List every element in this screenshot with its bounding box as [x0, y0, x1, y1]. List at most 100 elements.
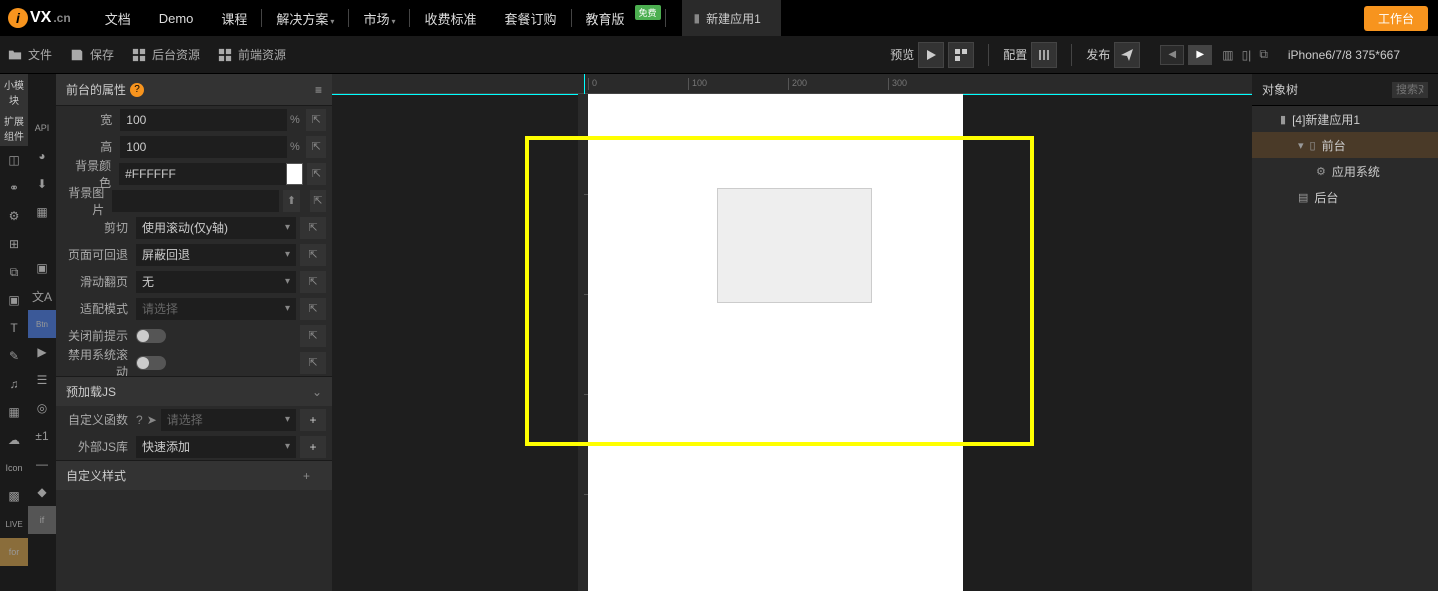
height-input[interactable]: [120, 136, 287, 158]
cursor-icon[interactable]: ➤: [147, 413, 157, 427]
swipe-select[interactable]: 无: [136, 271, 296, 293]
text-icon[interactable]: T: [0, 314, 28, 342]
icon-label[interactable]: Icon: [0, 454, 28, 482]
plusminus-icon[interactable]: ±1: [28, 422, 56, 450]
nav-pricing[interactable]: 收费标准: [410, 9, 490, 28]
btn-icon[interactable]: Btn: [28, 310, 56, 338]
tree-root[interactable]: ▮ [4]新建应用1: [1252, 106, 1438, 132]
small-module-label[interactable]: 小模块: [0, 74, 28, 110]
closehint-toggle[interactable]: [136, 329, 166, 343]
download-icon[interactable]: ⬇: [28, 170, 56, 198]
placeholder-rect[interactable]: [717, 188, 872, 303]
link-icon[interactable]: ⇱: [307, 163, 326, 185]
adapt-select[interactable]: 请选择: [136, 298, 296, 320]
upload-icon[interactable]: ⬆: [283, 190, 299, 212]
qr-icon[interactable]: [948, 42, 974, 68]
tree-frontend[interactable]: ▾ ▯ 前台: [1252, 132, 1438, 158]
frontend-resources[interactable]: 前端资源: [218, 46, 286, 63]
api-label[interactable]: API: [28, 114, 56, 142]
for-icon[interactable]: for: [0, 538, 28, 566]
menu-icon[interactable]: ≡: [315, 83, 322, 97]
plus-box-icon[interactable]: ⊞: [0, 230, 28, 258]
file-menu[interactable]: 文件: [8, 46, 52, 63]
tree-search-input[interactable]: [1392, 82, 1428, 98]
sliders-icon[interactable]: [1031, 42, 1057, 68]
if-icon[interactable]: if: [28, 506, 56, 534]
align-icon[interactable]: ▥: [1222, 48, 1233, 62]
sysscroll-toggle[interactable]: [136, 356, 166, 370]
link-icon[interactable]: ⇱: [300, 217, 326, 239]
gear-icon[interactable]: ⚙: [0, 202, 28, 230]
minus-icon[interactable]: —: [28, 450, 56, 478]
music-icon[interactable]: ♫: [0, 370, 28, 398]
nav-market[interactable]: 市场▾: [349, 9, 409, 28]
preview-button[interactable]: 预览: [882, 36, 982, 74]
send-icon[interactable]: [1114, 42, 1140, 68]
app-tab[interactable]: ▮ 新建应用1: [682, 0, 781, 36]
link-icon[interactable]: ⇱: [310, 190, 326, 212]
list-icon[interactable]: ☰: [28, 366, 56, 394]
width-input[interactable]: [120, 109, 287, 131]
image2-icon[interactable]: ▣: [28, 254, 56, 282]
link-icon[interactable]: ⇱: [300, 244, 326, 266]
link-icon[interactable]: ⇱: [300, 298, 326, 320]
live-icon[interactable]: LIVE: [0, 510, 28, 538]
table-icon[interactable]: ▦: [0, 398, 28, 426]
canvas[interactable]: 0 100 200 300 100 200 300 400: [332, 74, 1252, 591]
target-icon[interactable]: ◎: [28, 394, 56, 422]
link-icon[interactable]: ⇱: [306, 136, 326, 158]
publish-button[interactable]: 发布: [1078, 36, 1148, 74]
link-icon[interactable]: ⚭: [0, 174, 28, 202]
image-icon[interactable]: ▣: [0, 286, 28, 314]
translate-icon[interactable]: 文A: [28, 282, 56, 310]
link-icon[interactable]: ⇱: [300, 271, 326, 293]
add-button[interactable]: +: [300, 409, 326, 431]
clip-select[interactable]: 使用滚动(仅y轴): [136, 217, 296, 239]
custom-style-section[interactable]: 自定义样式 +: [56, 460, 332, 490]
align-icon[interactable]: ▯|: [1242, 48, 1252, 62]
nav-solution[interactable]: 解决方案▾: [262, 9, 348, 28]
logo[interactable]: i VX .cn: [8, 8, 71, 28]
edit-icon[interactable]: ✎: [0, 342, 28, 370]
box-icon[interactable]: ◫: [0, 146, 28, 174]
pointer-icon[interactable]: ◆: [28, 478, 56, 506]
nav-demo[interactable]: Demo: [145, 11, 208, 26]
tree-system[interactable]: ⚙ 应用系统: [1252, 158, 1438, 184]
nav-edu[interactable]: 教育版: [572, 9, 639, 28]
link-icon[interactable]: ⇱: [300, 352, 326, 374]
pager-next[interactable]: ▶: [1188, 45, 1212, 65]
backend-resources[interactable]: 后台资源: [132, 46, 200, 63]
calendar-icon[interactable]: ▦: [28, 198, 56, 226]
help-icon[interactable]: ?: [130, 83, 144, 97]
device-selector[interactable]: iPhone6/7/8 375*667: [1278, 46, 1430, 64]
blank-icon[interactable]: [28, 226, 56, 254]
copy-icon[interactable]: ⧉: [0, 258, 28, 286]
add-button[interactable]: +: [300, 436, 326, 458]
color-swatch[interactable]: [286, 163, 303, 185]
preload-js-section[interactable]: 预加载JS⌄: [56, 376, 332, 406]
cloud-icon[interactable]: ☁: [0, 426, 28, 454]
link-icon[interactable]: ⇱: [300, 325, 326, 347]
customfn-select[interactable]: 请选择: [161, 409, 296, 431]
pager-prev[interactable]: ◀: [1160, 45, 1184, 65]
nav-docs[interactable]: 文档: [91, 9, 145, 28]
play-icon[interactable]: [918, 42, 944, 68]
bgcolor-input[interactable]: [119, 163, 286, 185]
workspace-button[interactable]: 工作台: [1364, 6, 1428, 31]
ext-component-label[interactable]: 扩展组件: [0, 110, 28, 146]
wechat-icon[interactable]: ◕: [28, 142, 56, 170]
help-icon[interactable]: ?: [136, 413, 143, 427]
config-button[interactable]: 配置: [995, 36, 1065, 74]
nav-course[interactable]: 课程: [207, 9, 261, 28]
tree-backend[interactable]: ▤ 后台: [1252, 184, 1438, 210]
video-icon[interactable]: ▶: [28, 338, 56, 366]
save-button[interactable]: 保存: [70, 46, 114, 63]
pageback-select[interactable]: 屏蔽回退: [136, 244, 296, 266]
extjs-select[interactable]: 快速添加: [136, 436, 296, 458]
device-icon[interactable]: ⧉: [1259, 47, 1268, 62]
bgimage-input[interactable]: [112, 190, 279, 212]
link-icon[interactable]: ⇱: [306, 109, 326, 131]
qr-icon[interactable]: ▩: [0, 482, 28, 510]
nav-package[interactable]: 套餐订购: [490, 9, 570, 28]
add-style-button[interactable]: +: [291, 469, 322, 483]
